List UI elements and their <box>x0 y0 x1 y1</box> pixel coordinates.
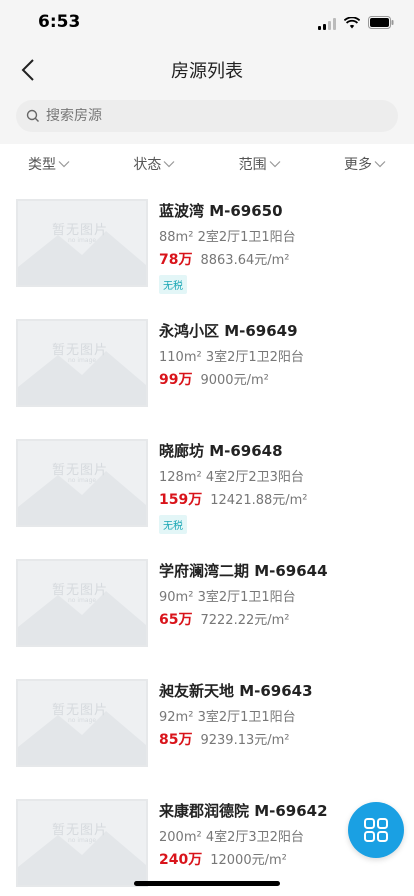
listing-title: 来康郡润德院 M-69642 <box>159 802 328 820</box>
search-icon <box>26 109 39 122</box>
filter-range[interactable]: 范围 <box>239 154 281 174</box>
unit-price: 12000元/m² <box>210 853 287 868</box>
listing-card[interactable]: 暂无图片 no image 永鸿小区 M-69649 110m² 3室2厅1卫2… <box>0 308 414 428</box>
listing-title: 昶友新天地 M-69643 <box>159 682 313 700</box>
status-bar: 6:53 <box>0 0 414 44</box>
listing-price: 78万 <box>159 252 193 268</box>
unit-price: 9239.13元/m² <box>200 733 290 748</box>
listing-spec: 128m² 4室2厅2卫3阳台 <box>159 470 304 485</box>
listing-card[interactable]: 暂无图片 no image 昶友新天地 M-69643 92m² 3室2厅1卫1… <box>0 668 414 788</box>
tax-free-badge: 无税 <box>159 515 187 534</box>
home-indicator <box>134 881 280 886</box>
price-row: 78万 8863.64元/m² <box>159 249 296 269</box>
price-row: 65万 7222.22元/m² <box>159 609 328 629</box>
listing-spec: 200m² 4室2厅3卫2阳台 <box>159 830 304 845</box>
listing-price: 85万 <box>159 732 193 748</box>
status-time: 6:53 <box>38 12 81 32</box>
listing-card[interactable]: 暂无图片 no image 蓝波湾 M-69650 88m² 2室2厅1卫1阳台… <box>0 188 414 308</box>
signal-icon <box>318 17 336 30</box>
listing-price: 99万 <box>159 372 193 388</box>
filter-label: 状态 <box>133 157 162 173</box>
filter-more[interactable]: 更多 <box>344 154 386 174</box>
placeholder-image: 暂无图片 no image <box>16 439 148 527</box>
listing-price: 159万 <box>159 492 203 508</box>
placeholder-image: 暂无图片 no image <box>16 199 148 287</box>
filter-bar: 类型 状态 范围 更多 <box>0 144 414 184</box>
chevron-down-icon <box>374 161 386 168</box>
unit-price: 9000元/m² <box>200 373 269 388</box>
filter-status[interactable]: 状态 <box>133 154 175 174</box>
search-bar <box>0 96 414 144</box>
status-icons <box>318 14 394 33</box>
price-row: 99万 9000元/m² <box>159 369 304 389</box>
filter-label: 范围 <box>238 157 267 173</box>
nav-bar: 房源列表 <box>0 44 414 96</box>
unit-price: 7222.22元/m² <box>200 613 290 628</box>
price-row: 159万 12421.88元/m² <box>159 489 308 509</box>
battery-icon <box>368 14 394 33</box>
listing-title: 蓝波湾 M-69650 <box>159 202 283 220</box>
filter-type[interactable]: 类型 <box>28 154 70 174</box>
filter-label: 更多 <box>343 157 372 173</box>
price-row: 85万 9239.13元/m² <box>159 729 313 749</box>
listing-list: 暂无图片 no image 蓝波湾 M-69650 88m² 2室2厅1卫1阳台… <box>0 188 414 896</box>
chevron-down-icon <box>58 161 70 168</box>
chevron-left-icon <box>21 59 34 81</box>
listing-spec: 92m² 3室2厅1卫1阳台 <box>159 710 296 725</box>
search-input[interactable] <box>46 108 346 124</box>
search-box[interactable] <box>16 100 398 132</box>
price-row: 240万 12000元/m² <box>159 849 328 869</box>
unit-price: 8863.64元/m² <box>200 253 290 268</box>
chevron-down-icon <box>163 161 175 168</box>
placeholder-image: 暂无图片 no image <box>16 799 148 887</box>
unit-price: 12421.88元/m² <box>210 493 308 508</box>
listing-spec: 110m² 3室2厅1卫2阳台 <box>159 350 304 365</box>
wifi-icon <box>343 14 361 33</box>
listing-title: 晓廊坊 M-69648 <box>159 442 283 460</box>
filter-label: 类型 <box>28 157 56 173</box>
listing-title: 永鸿小区 M-69649 <box>159 322 298 340</box>
listing-card[interactable]: 暂无图片 no image 学府澜湾二期 M-69644 90m² 3室2厅1卫… <box>0 548 414 668</box>
page-title: 房源列表 <box>171 61 243 82</box>
listing-card[interactable]: 暂无图片 no image 晓廊坊 M-69648 128m² 4室2厅2卫3阳… <box>0 428 414 548</box>
listing-title: 学府澜湾二期 M-69644 <box>159 562 328 580</box>
back-button[interactable] <box>14 56 42 84</box>
grid-view-button[interactable] <box>348 802 404 858</box>
placeholder-image: 暂无图片 no image <box>16 679 148 767</box>
listing-spec: 90m² 3室2厅1卫1阳台 <box>159 590 296 605</box>
placeholder-image: 暂无图片 no image <box>16 559 148 647</box>
listing-spec: 88m² 2室2厅1卫1阳台 <box>159 230 296 245</box>
listing-price: 240万 <box>159 852 203 868</box>
tax-free-badge: 无税 <box>159 275 187 294</box>
chevron-down-icon <box>269 161 281 168</box>
grid-icon <box>364 818 388 842</box>
listing-price: 65万 <box>159 612 193 628</box>
placeholder-image: 暂无图片 no image <box>16 319 148 407</box>
